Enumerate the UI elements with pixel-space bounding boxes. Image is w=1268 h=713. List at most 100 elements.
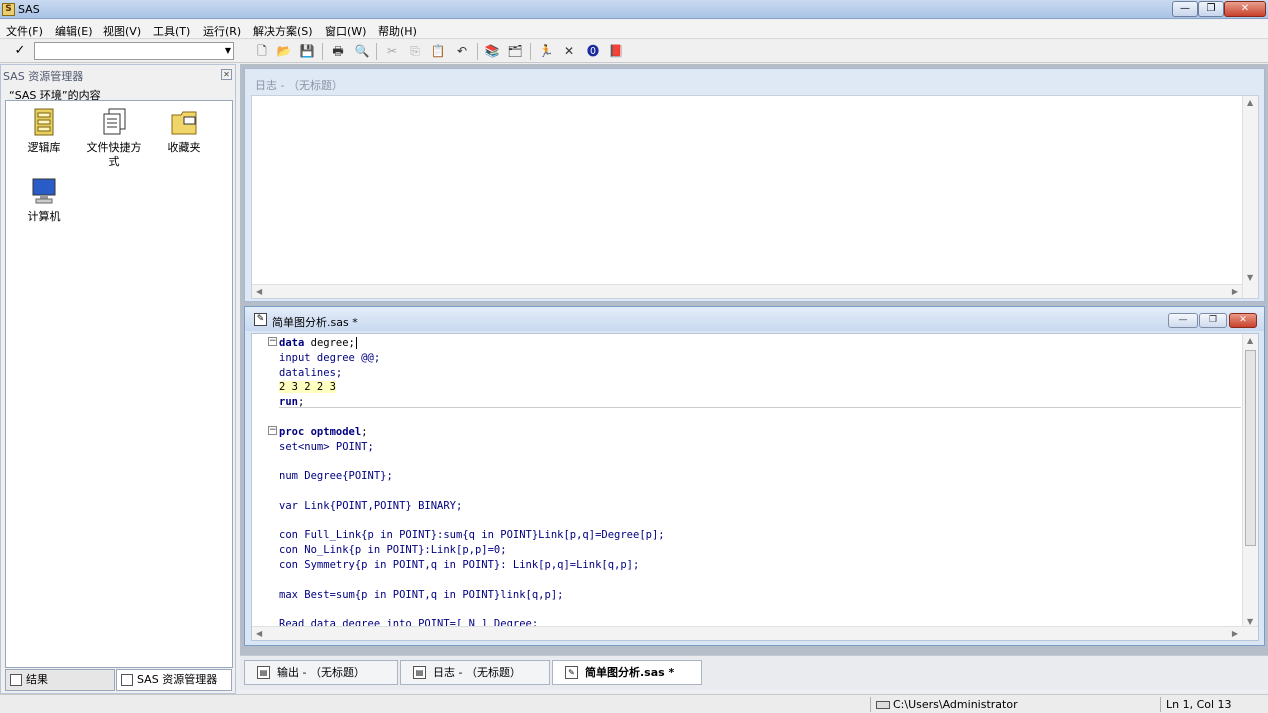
scrollbar-thumb[interactable] [1245, 350, 1256, 546]
submit-icon[interactable]: 🏃 [537, 43, 555, 60]
status-divider [1160, 697, 1161, 712]
explorer-item-file-shortcut[interactable]: 文件快捷方式 [84, 107, 144, 169]
cursor-position: Ln 1, Col 13 [1166, 698, 1232, 711]
menu-run[interactable]: 运行(R) [203, 23, 241, 39]
book-icon[interactable]: 📕 [607, 43, 625, 60]
scroll-left-icon[interactable]: ◀ [256, 287, 262, 296]
libraries-icon[interactable]: 📚 [483, 43, 501, 60]
print-icon[interactable]: 🖶 [329, 43, 347, 60]
chevron-down-icon[interactable]: ▼ [225, 46, 231, 55]
scroll-up-icon[interactable]: ▲ [1247, 98, 1253, 107]
current-directory[interactable]: C:\Users\Administrator [893, 698, 1018, 711]
menu-file[interactable]: 文件(F) [6, 23, 43, 39]
menu-solutions[interactable]: 解决方案(S) [253, 23, 313, 39]
code-editor[interactable]: − − data degree; input degree @@; datali… [251, 333, 1259, 641]
code-line: run; [279, 396, 305, 409]
log-vertical-scrollbar[interactable]: ▲ ▼ [1242, 96, 1258, 298]
code-keyword: data [279, 337, 305, 349]
open-icon[interactable]: 📂 [275, 43, 293, 60]
clear-icon[interactable]: ✕ [560, 43, 578, 60]
menu-view[interactable]: 视图(V) [103, 23, 141, 39]
datalines-values: 2 3 2 2 3 [279, 381, 336, 394]
tab-log[interactable]: ▤ 日志 - （无标题） [400, 660, 550, 685]
window-title: SAS [18, 3, 40, 16]
explorer-icon[interactable]: 🗂 [506, 43, 524, 60]
log-horizontal-scrollbar[interactable]: ◀ ▶ [252, 284, 1242, 298]
editor-maximize-button[interactable]: ❐ [1199, 313, 1227, 328]
cut-icon[interactable]: ✂ [383, 43, 401, 60]
menu-help[interactable]: 帮助(H) [378, 23, 417, 39]
new-icon[interactable]: 🗋 [253, 43, 271, 60]
save-icon[interactable]: 💾 [298, 43, 316, 60]
drive-icon [876, 701, 890, 709]
code-line: proc optmodel; [279, 425, 368, 438]
paste-icon[interactable]: 📋 [429, 43, 447, 60]
command-box[interactable]: ▼ [34, 42, 234, 60]
menu-window[interactable]: 窗口(W) [325, 23, 366, 39]
output-icon: ▤ [257, 666, 270, 679]
title-bar: S SAS — ❐ ✕ [0, 0, 1268, 19]
undo-icon[interactable]: ↶ [453, 43, 471, 60]
code-line: var Link{POINT,POINT} BINARY; [279, 499, 463, 512]
log-content[interactable]: ▲ ▼ ◀ ▶ [251, 95, 1259, 299]
scroll-down-icon[interactable]: ▼ [1247, 273, 1253, 282]
editor-close-button[interactable]: ✕ [1229, 313, 1257, 328]
explorer-tab-icon [121, 674, 133, 686]
sas-app-icon: S [2, 3, 15, 16]
explorer-item-label: 计算机 [27, 210, 61, 223]
maximize-button[interactable]: ❐ [1198, 1, 1224, 17]
status-bar: C:\Users\Administrator Ln 1, Col 13 [0, 694, 1268, 713]
close-button[interactable]: ✕ [1224, 1, 1266, 17]
scroll-down-icon[interactable]: ▼ [1247, 617, 1253, 626]
status-divider [870, 697, 871, 712]
menu-tools[interactable]: 工具(T) [153, 23, 190, 39]
favorites-folder-icon [171, 111, 197, 135]
toolbar-divider [530, 43, 531, 60]
tab-results[interactable]: 结果 [5, 669, 115, 691]
log-icon: ▤ [413, 666, 426, 679]
explorer-item-label: 文件快捷方式 [86, 141, 142, 168]
log-window: 日志 - （无标题） ▲ ▼ ◀ ▶ [244, 68, 1265, 302]
tab-editor[interactable]: ✎ 简单图分析.sas * [552, 660, 702, 685]
explorer-item-computer[interactable]: 计算机 [14, 176, 74, 224]
close-icon[interactable]: ✕ [221, 69, 232, 80]
editor-vertical-scrollbar[interactable]: ▲ ▼ [1242, 334, 1258, 628]
scroll-left-icon[interactable]: ◀ [256, 629, 262, 638]
fold-collapse-icon[interactable]: − [268, 337, 277, 346]
tab-results-label: 结果 [26, 673, 48, 686]
code-line: input degree @@; [279, 351, 381, 364]
editor-title: 简单图分析.sas * [272, 316, 358, 329]
scroll-right-icon[interactable]: ▶ [1232, 287, 1238, 296]
minimize-button[interactable]: — [1172, 1, 1198, 17]
menu-bar: 文件(F) 编辑(E) 视图(V) 工具(T) 运行(R) 解决方案(S) 窗口… [0, 20, 1268, 39]
explorer-item-library[interactable]: 逻辑库 [14, 107, 74, 155]
library-icon [34, 108, 54, 136]
tab-editor-label: 简单图分析.sas * [585, 666, 675, 679]
scroll-up-icon[interactable]: ▲ [1247, 336, 1253, 345]
tab-output[interactable]: ▤ 输出 - （无标题） [244, 660, 398, 685]
sas-application: S SAS — ❐ ✕ 文件(F) 编辑(E) 视图(V) 工具(T) 运行(R… [0, 0, 1268, 713]
tab-output-label: 输出 - （无标题） [277, 666, 365, 679]
sas-explorer-panel: SAS 资源管理器 ✕ “SAS 环境”的内容 逻辑库 文件快捷方式 收藏夹 计… [0, 64, 236, 694]
scroll-right-icon[interactable]: ▶ [1232, 629, 1238, 638]
copy-icon[interactable]: ⎘ [406, 43, 424, 60]
tab-explorer[interactable]: SAS 资源管理器 [116, 669, 232, 691]
computer-icon [32, 178, 56, 204]
code-line: con Full_Link{p in POINT}:sum{q in POINT… [279, 529, 665, 542]
fold-collapse-icon[interactable]: − [268, 426, 277, 435]
check-icon[interactable]: ✓ [10, 42, 30, 60]
help-icon[interactable]: ⓿ [584, 43, 602, 60]
tab-explorer-label: SAS 资源管理器 [137, 673, 218, 686]
editor-document-icon: ✎ [254, 313, 267, 326]
editor-horizontal-scrollbar[interactable]: ◀ ▶ [252, 626, 1258, 640]
print-preview-icon[interactable]: 🔍 [353, 43, 371, 60]
menu-edit[interactable]: 编辑(E) [55, 23, 93, 39]
editor-minimize-button[interactable]: — [1168, 313, 1198, 328]
code-line: 2 3 2 2 3 [279, 380, 665, 395]
toolbar-divider [376, 43, 377, 60]
explorer-item-favorites[interactable]: 收藏夹 [154, 107, 214, 155]
editor-tab-icon: ✎ [565, 666, 578, 679]
